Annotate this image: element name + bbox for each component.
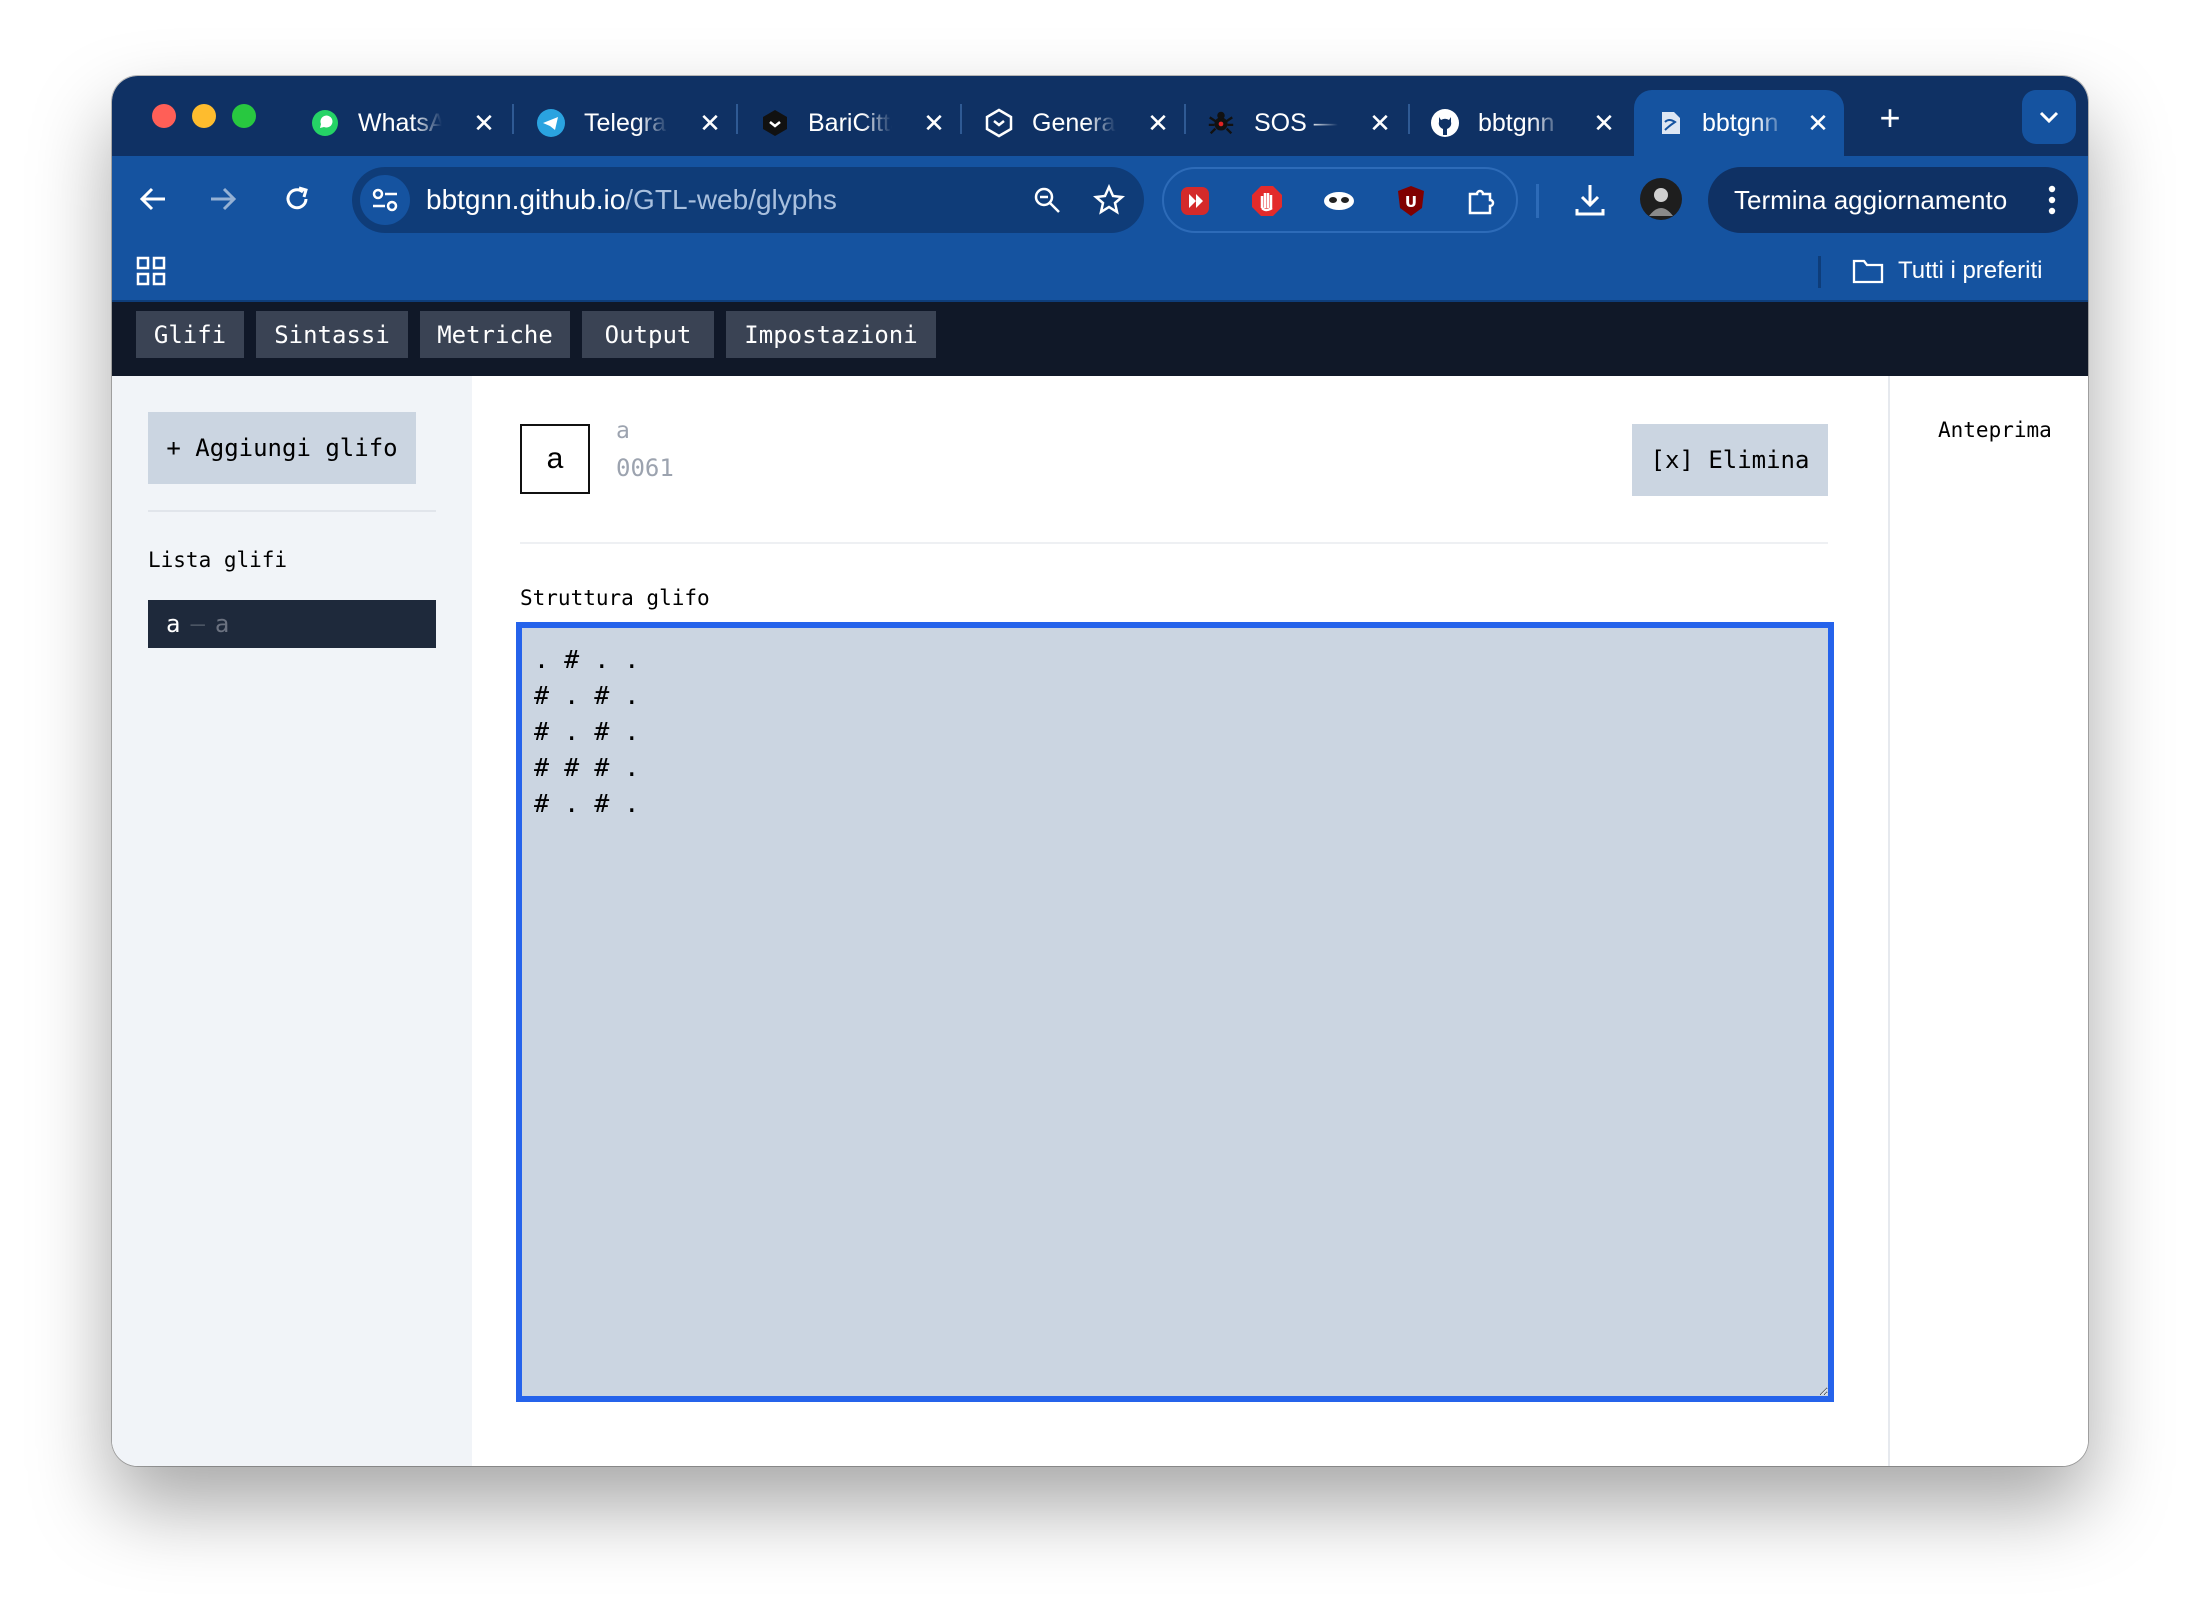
- url-text[interactable]: bbtgnn.github.io/GTL-web/glyphs: [426, 167, 837, 233]
- browser-window: WhatsApp ✕ Telegram ✕ BariCittà ✕ G: [112, 76, 2088, 1466]
- extension-mask-icon[interactable]: [1320, 182, 1358, 220]
- all-bookmarks-label: Tutti i preferiti: [1898, 257, 2043, 284]
- tab-search-chevron-icon[interactable]: [2022, 90, 2076, 144]
- tab-close-icon[interactable]: ✕: [470, 108, 498, 139]
- folder-icon: [1852, 258, 1884, 284]
- close-window-button[interactable]: [152, 104, 176, 128]
- tab-close-icon[interactable]: ✕: [1144, 108, 1172, 139]
- tab-baricitta[interactable]: BariCittà ✕: [760, 90, 948, 156]
- glyph-structure-textarea[interactable]: . # . . # . # . # . # . # # # . # . # .: [516, 622, 1834, 1402]
- site-settings-icon[interactable]: [360, 175, 410, 225]
- tab-close-icon[interactable]: ✕: [1804, 108, 1832, 139]
- new-tab-icon[interactable]: +: [1868, 96, 1912, 140]
- nav-impostazioni[interactable]: Impostazioni: [726, 311, 936, 358]
- update-label: Termina aggiornamento: [1734, 184, 2008, 215]
- glyph-list-title: Lista glifi: [148, 548, 288, 572]
- tab-title: bbtgnn: [1478, 108, 1555, 137]
- nav-sintassi[interactable]: Sintassi: [256, 311, 408, 358]
- tab-close-icon[interactable]: ✕: [1366, 108, 1394, 139]
- url-path: /GTL-web/glyphs: [625, 184, 837, 215]
- tab-separator: [512, 104, 514, 134]
- glyph-name: a: [616, 418, 630, 444]
- tab-title: SOS —: [1254, 108, 1338, 137]
- tab-separator: [736, 104, 738, 134]
- glyph-sidebar: + Aggiungi glifo Lista glifi a — a: [112, 376, 472, 1466]
- tab-whatsapp[interactable]: WhatsApp ✕: [310, 90, 498, 156]
- profile-avatar[interactable]: [1640, 178, 1682, 220]
- zoom-icon[interactable]: [1028, 181, 1066, 219]
- tab-strip: WhatsApp ✕ Telegram ✕ BariCittà ✕ G: [112, 76, 2088, 156]
- bookmarks-divider: [1818, 256, 1821, 288]
- tab-separator: [1184, 104, 1186, 134]
- add-glyph-button[interactable]: + Aggiungi glifo: [148, 412, 416, 484]
- tab-title: WhatsApp: [358, 108, 442, 137]
- extension-ublock-icon[interactable]: U: [1392, 182, 1430, 220]
- tab-separator: [1408, 104, 1410, 134]
- nav-glifi[interactable]: Glifi: [136, 311, 244, 358]
- tab-title: BariCittà: [808, 108, 892, 137]
- browser-toolbar: bbtgnn.github.io/GTL-web/glyphs U Termin…: [112, 156, 2088, 242]
- tab-close-icon[interactable]: ✕: [1590, 108, 1618, 139]
- toolbar-divider: [1536, 184, 1539, 218]
- preview-title: Anteprima: [1938, 418, 2052, 442]
- glyph-editor: a a 0061 [x] Elimina Struttura glifo . #…: [472, 376, 1888, 1466]
- bug-icon: [1206, 108, 1236, 138]
- tab-title: Generate: [1032, 108, 1116, 137]
- tab-title: Telegram: [584, 108, 668, 137]
- page-icon: [1654, 108, 1684, 138]
- tab-bbtgnn-active[interactable]: bbtgnn ✕: [1634, 90, 1844, 156]
- whatsapp-icon: [310, 108, 340, 138]
- tab-separator: [960, 104, 962, 134]
- tab-sos[interactable]: SOS — ✕: [1206, 90, 1394, 156]
- sidebar-divider: [148, 510, 436, 512]
- bookmarks-bar: Tutti i preferiti: [112, 242, 2088, 302]
- tab-generate[interactable]: Generate ✕: [984, 90, 1172, 156]
- hexagon-icon: [984, 108, 1014, 138]
- update-button[interactable]: Termina aggiornamento: [1708, 167, 2078, 233]
- forward-icon[interactable]: [202, 178, 244, 220]
- telegram-icon: [536, 108, 566, 138]
- preview-panel: Anteprima: [1888, 376, 2088, 1466]
- tab-close-icon[interactable]: ✕: [696, 108, 724, 139]
- nav-output[interactable]: Output: [582, 311, 714, 358]
- download-icon[interactable]: [1568, 178, 1612, 222]
- glyph-preview-box: a: [520, 424, 590, 494]
- extensions-group: U: [1162, 167, 1518, 233]
- glyph-list-char: a: [166, 610, 181, 638]
- all-bookmarks-button[interactable]: Tutti i preferiti: [1852, 242, 2042, 300]
- glyph-list-item[interactable]: a — a: [148, 600, 436, 648]
- back-icon[interactable]: [132, 178, 174, 220]
- kebab-menu-icon[interactable]: [2048, 185, 2056, 222]
- svg-text:U: U: [1405, 193, 1417, 211]
- extension-stop-hand-icon[interactable]: [1248, 182, 1286, 220]
- app-nav: Glifi Sintassi Metriche Output Impostazi…: [112, 302, 2088, 376]
- glyph-preview-char: a: [546, 442, 564, 475]
- glyph-unicode: 0061: [616, 454, 674, 482]
- editor-divider: [520, 542, 1828, 544]
- glyph-list-name: a: [214, 610, 230, 638]
- glyph-list-separator: —: [190, 610, 205, 638]
- reload-icon[interactable]: [276, 178, 318, 220]
- extension-red-play-icon[interactable]: [1176, 182, 1214, 220]
- zoom-window-button[interactable]: [232, 104, 256, 128]
- address-bar[interactable]: bbtgnn.github.io/GTL-web/glyphs: [352, 167, 1144, 233]
- apps-grid-icon[interactable]: [134, 254, 168, 288]
- minimize-window-button[interactable]: [192, 104, 216, 128]
- baricitta-icon: [760, 108, 790, 138]
- tab-close-icon[interactable]: ✕: [920, 108, 948, 139]
- github-icon: [1430, 108, 1460, 138]
- structure-label: Struttura glifo: [520, 586, 710, 610]
- bookmark-star-icon[interactable]: [1090, 181, 1128, 219]
- url-host: bbtgnn.github.io: [426, 184, 626, 215]
- tab-title: bbtgnn: [1702, 108, 1779, 137]
- tab-github[interactable]: bbtgnn ✕: [1430, 90, 1618, 156]
- extensions-puzzle-icon[interactable]: [1462, 182, 1500, 220]
- delete-glyph-button[interactable]: [x] Elimina: [1632, 424, 1828, 496]
- nav-metriche[interactable]: Metriche: [420, 311, 570, 358]
- tab-telegram[interactable]: Telegram ✕: [536, 90, 724, 156]
